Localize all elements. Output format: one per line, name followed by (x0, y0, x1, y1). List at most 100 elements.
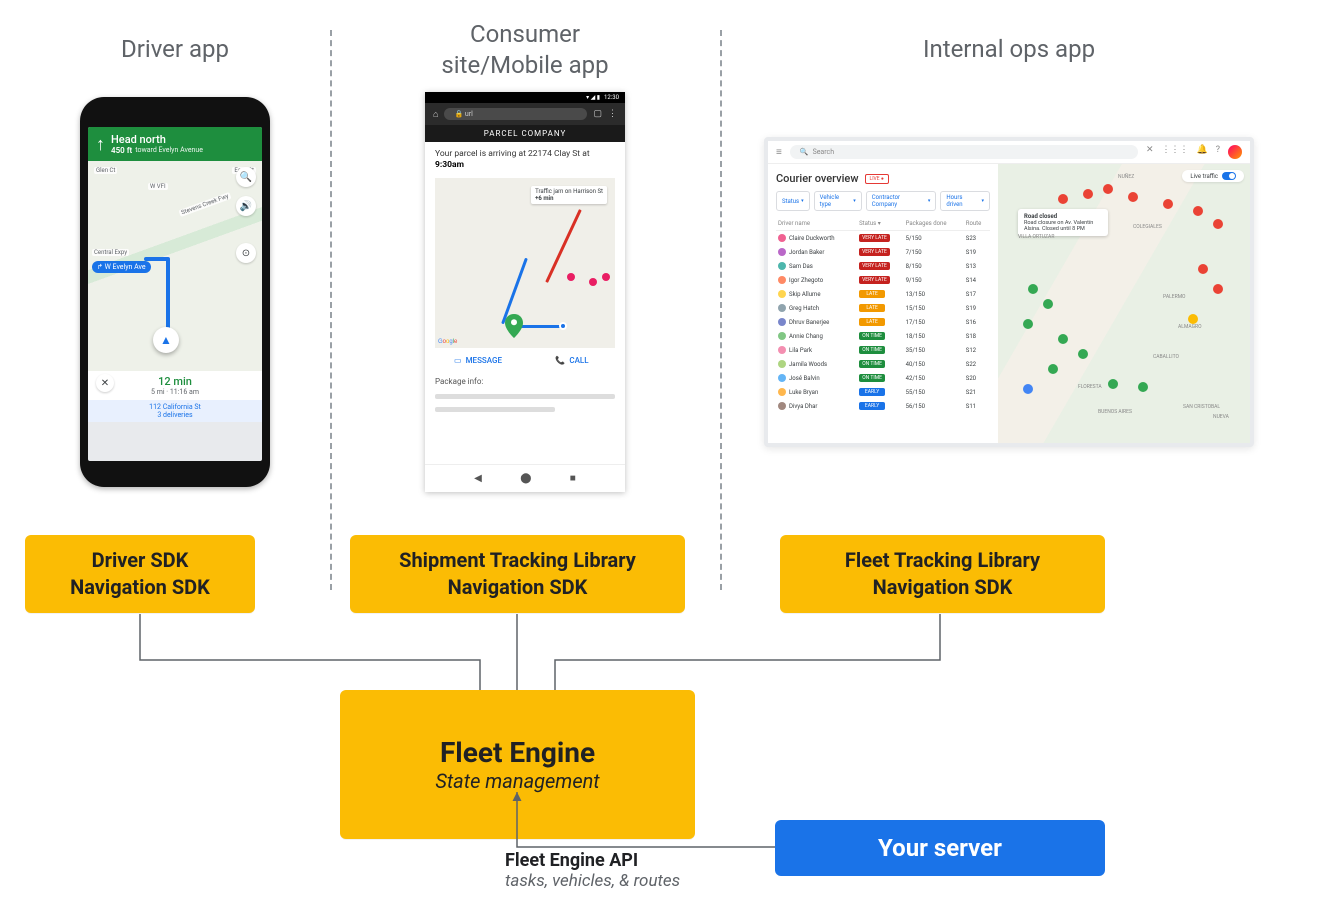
waypoint-dot (589, 278, 597, 286)
map-area-label: CABALLITO (1153, 354, 1179, 360)
filters-row: Status ▾Vehicle type ▾Contractor Company… (776, 191, 990, 211)
api-label-sub: tasks, vehicles, & routes (505, 871, 680, 891)
traffic-line (545, 209, 582, 283)
home-icon: ⌂ (433, 109, 438, 120)
table-row: Claire Duckworth VERY LATE 5/150S23 (776, 231, 990, 246)
skeleton-line (435, 394, 615, 399)
url-text: url (465, 110, 473, 118)
back-icon: ◀ (474, 473, 482, 484)
url-field: 🔒 url (444, 108, 587, 120)
map-marker (1103, 184, 1113, 194)
table-row: Skip Allume LATE 13/150S17 (776, 287, 990, 301)
consumer-frame: ▾ ◢ ▮ 12:30 ⌂ 🔒 url ▢ ⋮ PARCEL COMPANY Y… (425, 92, 625, 492)
popup-body: Road closure on Av. Valentín Alsina. Clo… (1024, 220, 1093, 232)
close-icon: ✕ (96, 374, 114, 392)
table-row: Annie Chang ON TIME 18/150S18 (776, 329, 990, 343)
skeleton-line (435, 407, 555, 412)
map-area-label: NUÑEZ (1118, 174, 1134, 180)
ops-map: Live traffic Road closed Road closure on… (998, 164, 1250, 443)
table-row: Lila Park ON TIME 35/150S12 (776, 343, 990, 357)
map-marker (1213, 284, 1223, 294)
phone-frame: ↑ Head north 450 ft toward Evelyn Avenue… (80, 97, 270, 487)
destination-pin-icon (505, 314, 523, 338)
ops-title: Internal ops app (923, 18, 1095, 82)
tabs-icon: ▢ (593, 109, 602, 119)
nav-distance: 450 ft (111, 146, 132, 155)
google-logo: Google (438, 339, 457, 345)
table-row: Igor Zhegoto VERY LATE 9/150S14 (776, 273, 990, 287)
compass-icon: ⊙ (236, 243, 256, 263)
phone-bottom-bar: ✕ 12 min 5 mi · 11:16 am (88, 371, 262, 400)
message-icon: ▭ (454, 356, 462, 365)
table-header: Route (964, 217, 990, 231)
traffic-chip: Traffic jam on Harrison St +6 min (531, 186, 607, 204)
map-marker (1083, 189, 1093, 199)
map-area-label: BUENOS AIRES (1098, 409, 1132, 415)
map-area-label: ALMAGRO (1178, 324, 1202, 330)
table-row: Luke Bryan EARLY 55/150S21 (776, 385, 990, 399)
map-area-label: FLORESTA (1078, 384, 1102, 390)
map-marker (1023, 319, 1033, 329)
map-label: Central Expy (92, 249, 129, 256)
courier-table: Driver nameStatus ▾Packages doneRoute Cl… (776, 217, 990, 413)
popup-title: Road closed (1024, 213, 1057, 220)
live-traffic-toggle: Live traffic (1182, 170, 1244, 182)
table-header: Driver name (776, 217, 857, 231)
column-driver: Driver app ↑ Head north 450 ft toward Ev… (20, 0, 330, 615)
search-placeholder: Search (813, 148, 835, 156)
table-row: José Balvin ON TIME 42/150S20 (776, 371, 990, 385)
recent-icon: ■ (570, 473, 576, 484)
toggle-icon (1222, 172, 1236, 180)
table-header: Packages done (904, 217, 964, 231)
map-area-label: NUEVA (1213, 414, 1229, 420)
map-marker (1128, 192, 1138, 202)
nav-direction: Head north (111, 133, 203, 146)
filter-chip: Vehicle type ▾ (814, 191, 862, 211)
ops-frame: ≡ 🔍Search ✕ ⋮⋮⋮ 🔔 ? Courier overview (764, 137, 1254, 447)
map-popup: Road closed Road closure on Av. Valentín… (1018, 209, 1108, 236)
delivery-address: 112 California St (88, 403, 262, 411)
route-line (144, 257, 170, 261)
consumer-title: Consumer site/Mobile app (441, 18, 608, 82)
waypoint-dot (567, 273, 575, 281)
map-marker (1023, 384, 1033, 394)
ops-sdk-box: Fleet Tracking Library Navigation SDK (780, 535, 1105, 613)
parcel-msg-text: Your parcel is arriving at 22174 Clay St… (435, 149, 590, 159)
map-label: Glen Ct (94, 167, 117, 174)
search-icon: 🔍 (800, 148, 809, 156)
consumer-sdk-box: Shipment Tracking Library Navigation SDK (350, 535, 685, 613)
driver-sdk-box: Driver SDK Navigation SDK (25, 535, 255, 613)
filter-chip: Hours driven ▾ (940, 191, 990, 211)
map-marker (1043, 299, 1053, 309)
menu-icon: ≡ (776, 147, 782, 158)
column-ops: Internal ops app ≡ 🔍Search ✕ ⋮⋮⋮ 🔔 ? (720, 0, 1298, 615)
table-row: Divya Dhar EARLY 56/150S11 (776, 399, 990, 413)
map-marker (1188, 314, 1198, 324)
phone-screen: ↑ Head north 450 ft toward Evelyn Avenue… (88, 127, 262, 461)
call-label: CALL (569, 356, 588, 365)
parcel-message: Your parcel is arriving at 22174 Clay St… (425, 142, 625, 178)
android-nav-bar: ◀ ⬤ ■ (425, 464, 625, 492)
map-area-label: SAN CRISTOBAL (1183, 404, 1220, 410)
eta-time: 12 min (88, 375, 262, 388)
map-marker (1078, 349, 1088, 359)
driver-mockup: ↑ Head north 450 ft toward Evelyn Avenue… (20, 82, 330, 502)
vehicle-dot (559, 322, 567, 330)
deliveries-bar: 112 California St 3 deliveries (88, 400, 262, 422)
help-icon: ? (1216, 145, 1220, 159)
server-box: Your server (775, 820, 1105, 876)
delivery-count: 3 deliveries (88, 411, 262, 419)
map-marker (1193, 206, 1203, 216)
apps-icon: ⋮⋮⋮ (1162, 145, 1189, 159)
bell-icon: 🔔 (1197, 145, 1208, 159)
ops-body: Courier overview LIVE ● Status ▾Vehicle … (768, 164, 1250, 443)
table-row: Sam Das VERY LATE 8/150S13 (776, 259, 990, 273)
live-traffic-label: Live traffic (1190, 173, 1218, 180)
map-marker (1213, 219, 1223, 229)
map-marker (1198, 264, 1208, 274)
waypoint-dot (602, 273, 610, 281)
map-marker (1138, 382, 1148, 392)
table-row: Jamila Woods ON TIME 40/150S22 (776, 357, 990, 371)
search-icon: 🔍 (236, 167, 256, 187)
map-marker (1028, 284, 1038, 294)
